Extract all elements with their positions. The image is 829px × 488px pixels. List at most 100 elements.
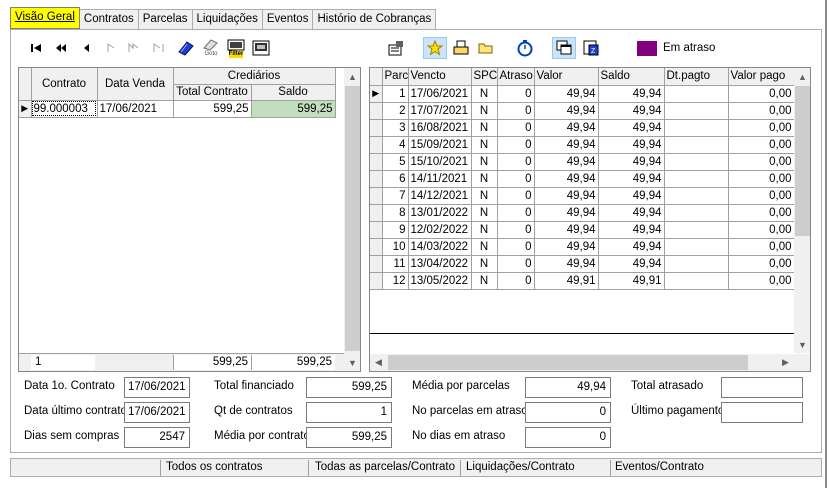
status-eventos[interactable]: Eventos/Contrato xyxy=(615,460,704,475)
tab-liquidacoes[interactable]: Liquidações xyxy=(191,9,263,29)
cell-spc[interactable]: N xyxy=(471,102,498,120)
col-header-total-contrato[interactable]: Total Contrato xyxy=(173,84,252,101)
cell-parc[interactable]: 10 xyxy=(382,238,409,256)
table-row[interactable]: 12 13/05/2022 N 0 49,91 49,91 0,00 xyxy=(370,272,795,290)
cell-dt-pagto[interactable] xyxy=(664,170,729,188)
cell-parc[interactable]: 3 xyxy=(382,119,409,137)
table-row[interactable]: ▶ 1 17/06/2021 N 0 49,94 49,94 0,00 xyxy=(370,85,795,103)
cell-vencto[interactable]: 14/11/2021 xyxy=(408,170,472,188)
cell-dt-pagto[interactable] xyxy=(664,102,729,120)
cell-data-venda[interactable]: 17/06/2021 xyxy=(97,100,174,118)
cell-valor-pago[interactable]: 0,00 xyxy=(728,255,795,273)
table-row[interactable]: 3 16/08/2021 N 0 49,94 49,94 0,00 xyxy=(370,119,795,137)
cell-atraso[interactable]: 0 xyxy=(497,102,535,120)
cell-valor-pago[interactable]: 0,00 xyxy=(728,170,795,188)
cell-atraso[interactable]: 0 xyxy=(497,85,535,103)
open-folder-button[interactable] xyxy=(476,37,496,59)
cell-vencto[interactable]: 13/04/2022 xyxy=(408,255,472,273)
cell-saldo[interactable]: 49,94 xyxy=(598,119,665,137)
favorites-button[interactable] xyxy=(423,37,447,59)
print-button[interactable] xyxy=(451,37,471,59)
cell-dt-pagto[interactable] xyxy=(664,272,729,290)
cell-atraso[interactable]: 0 xyxy=(497,170,535,188)
cell-saldo[interactable]: 49,94 xyxy=(598,153,665,171)
cell-dt-pagto[interactable] xyxy=(664,221,729,239)
cell-dt-pagto[interactable] xyxy=(664,85,729,103)
cell-saldo[interactable]: 49,94 xyxy=(598,255,665,273)
cell-valor-pago[interactable]: 0,00 xyxy=(728,119,795,137)
cell-parc[interactable]: 1 xyxy=(382,85,409,103)
cell-dt-pagto[interactable] xyxy=(664,153,729,171)
cell-saldo[interactable]: 49,91 xyxy=(598,272,665,290)
cell-parc[interactable]: 8 xyxy=(382,204,409,222)
field-media-parcelas[interactable]: 49,94 xyxy=(525,377,611,398)
field-data-ultimo-contrato[interactable]: 17/06/2021 xyxy=(124,402,190,423)
report-button[interactable]: Z xyxy=(580,37,602,59)
cell-vencto[interactable]: 13/01/2022 xyxy=(408,204,472,222)
cell-vencto[interactable]: 14/03/2022 xyxy=(408,238,472,256)
col-header-saldo[interactable]: Saldo xyxy=(598,68,665,86)
cell-parc[interactable]: 2 xyxy=(382,102,409,120)
nav-last-button[interactable] xyxy=(150,37,168,59)
cell-valor-pago[interactable]: 0,00 xyxy=(728,85,795,103)
nav-goto-button[interactable]: Goto xyxy=(201,37,221,59)
cell-vencto[interactable]: 13/05/2022 xyxy=(408,272,472,290)
scroll-down-icon[interactable]: ▼ xyxy=(794,336,810,353)
nav-prior-page-button[interactable] xyxy=(52,37,70,59)
cell-atraso[interactable]: 0 xyxy=(497,204,535,222)
cell-valor[interactable]: 49,94 xyxy=(534,85,599,103)
cell-saldo[interactable]: 49,94 xyxy=(598,102,665,120)
cell-valor-pago[interactable]: 0,00 xyxy=(728,238,795,256)
cell-atraso[interactable]: 0 xyxy=(497,238,535,256)
table-row[interactable]: ▶ 99.000003 17/06/2021 599,25 599,25 xyxy=(19,100,336,118)
cell-valor[interactable]: 49,94 xyxy=(534,102,599,120)
cell-atraso[interactable]: 0 xyxy=(497,221,535,239)
cell-valor[interactable]: 49,94 xyxy=(534,187,599,205)
cell-vencto[interactable]: 16/08/2021 xyxy=(408,119,472,137)
cell-spc[interactable]: N xyxy=(471,272,498,290)
cell-valor-pago[interactable]: 0,00 xyxy=(728,204,795,222)
table-row[interactable]: 8 13/01/2022 N 0 49,94 49,94 0,00 xyxy=(370,204,795,222)
tab-parcelas[interactable]: Parcelas xyxy=(137,9,193,29)
nav-first-button[interactable] xyxy=(27,37,45,59)
cell-total-contrato[interactable]: 599,25 xyxy=(173,100,252,118)
contracts-grid[interactable]: Contrato Data Venda Crediários Total Con… xyxy=(18,67,361,372)
cell-spc[interactable]: N xyxy=(471,170,498,188)
cell-saldo[interactable]: 49,94 xyxy=(598,85,665,103)
cell-parc[interactable]: 6 xyxy=(382,170,409,188)
scroll-thumb[interactable] xyxy=(388,355,748,370)
tab-visao-geral[interactable]: Visão Geral xyxy=(10,7,80,29)
cell-saldo[interactable]: 49,94 xyxy=(598,170,665,188)
cell-atraso[interactable]: 0 xyxy=(497,153,535,171)
tab-contratos[interactable]: Contratos xyxy=(78,9,139,29)
timer-button[interactable] xyxy=(514,37,536,59)
cell-valor[interactable]: 49,94 xyxy=(534,136,599,154)
cell-valor[interactable]: 49,91 xyxy=(534,272,599,290)
col-header-saldo[interactable]: Saldo xyxy=(251,84,336,101)
cell-valor[interactable]: 49,94 xyxy=(534,238,599,256)
field-media-contrato[interactable]: 599,25 xyxy=(306,427,392,448)
cell-parc[interactable]: 7 xyxy=(382,187,409,205)
cell-dt-pagto[interactable] xyxy=(664,204,729,222)
table-row[interactable]: 11 13/04/2022 N 0 49,94 49,94 0,00 xyxy=(370,255,795,273)
col-header-data-venda[interactable]: Data Venda xyxy=(97,68,174,101)
table-row[interactable]: 6 14/11/2021 N 0 49,94 49,94 0,00 xyxy=(370,170,795,188)
cell-valor-pago[interactable]: 0,00 xyxy=(728,102,795,120)
col-header-spc[interactable]: SPC xyxy=(471,68,498,86)
cell-spc[interactable]: N xyxy=(471,85,498,103)
status-todos-contratos[interactable]: Todos os contratos xyxy=(166,460,263,475)
cell-valor-pago[interactable]: 0,00 xyxy=(728,153,795,171)
nav-bookmark-button[interactable] xyxy=(176,37,196,59)
field-total-financiado[interactable]: 599,25 xyxy=(306,377,392,398)
field-data-1o-contrato[interactable]: 17/06/2021 xyxy=(124,377,190,398)
cell-vencto[interactable]: 12/02/2022 xyxy=(408,221,472,239)
cell-contrato[interactable]: 99.000003 xyxy=(31,100,98,118)
cell-dt-pagto[interactable] xyxy=(664,136,729,154)
cell-valor-pago[interactable]: 0,00 xyxy=(728,221,795,239)
status-liquidacoes[interactable]: Liquidações/Contrato xyxy=(466,460,575,475)
field-no-dias-atraso[interactable]: 0 xyxy=(525,427,611,448)
cell-atraso[interactable]: 0 xyxy=(497,136,535,154)
tab-eventos[interactable]: Eventos xyxy=(261,9,314,29)
nav-next-button[interactable] xyxy=(102,37,120,59)
cell-valor[interactable]: 49,94 xyxy=(534,204,599,222)
